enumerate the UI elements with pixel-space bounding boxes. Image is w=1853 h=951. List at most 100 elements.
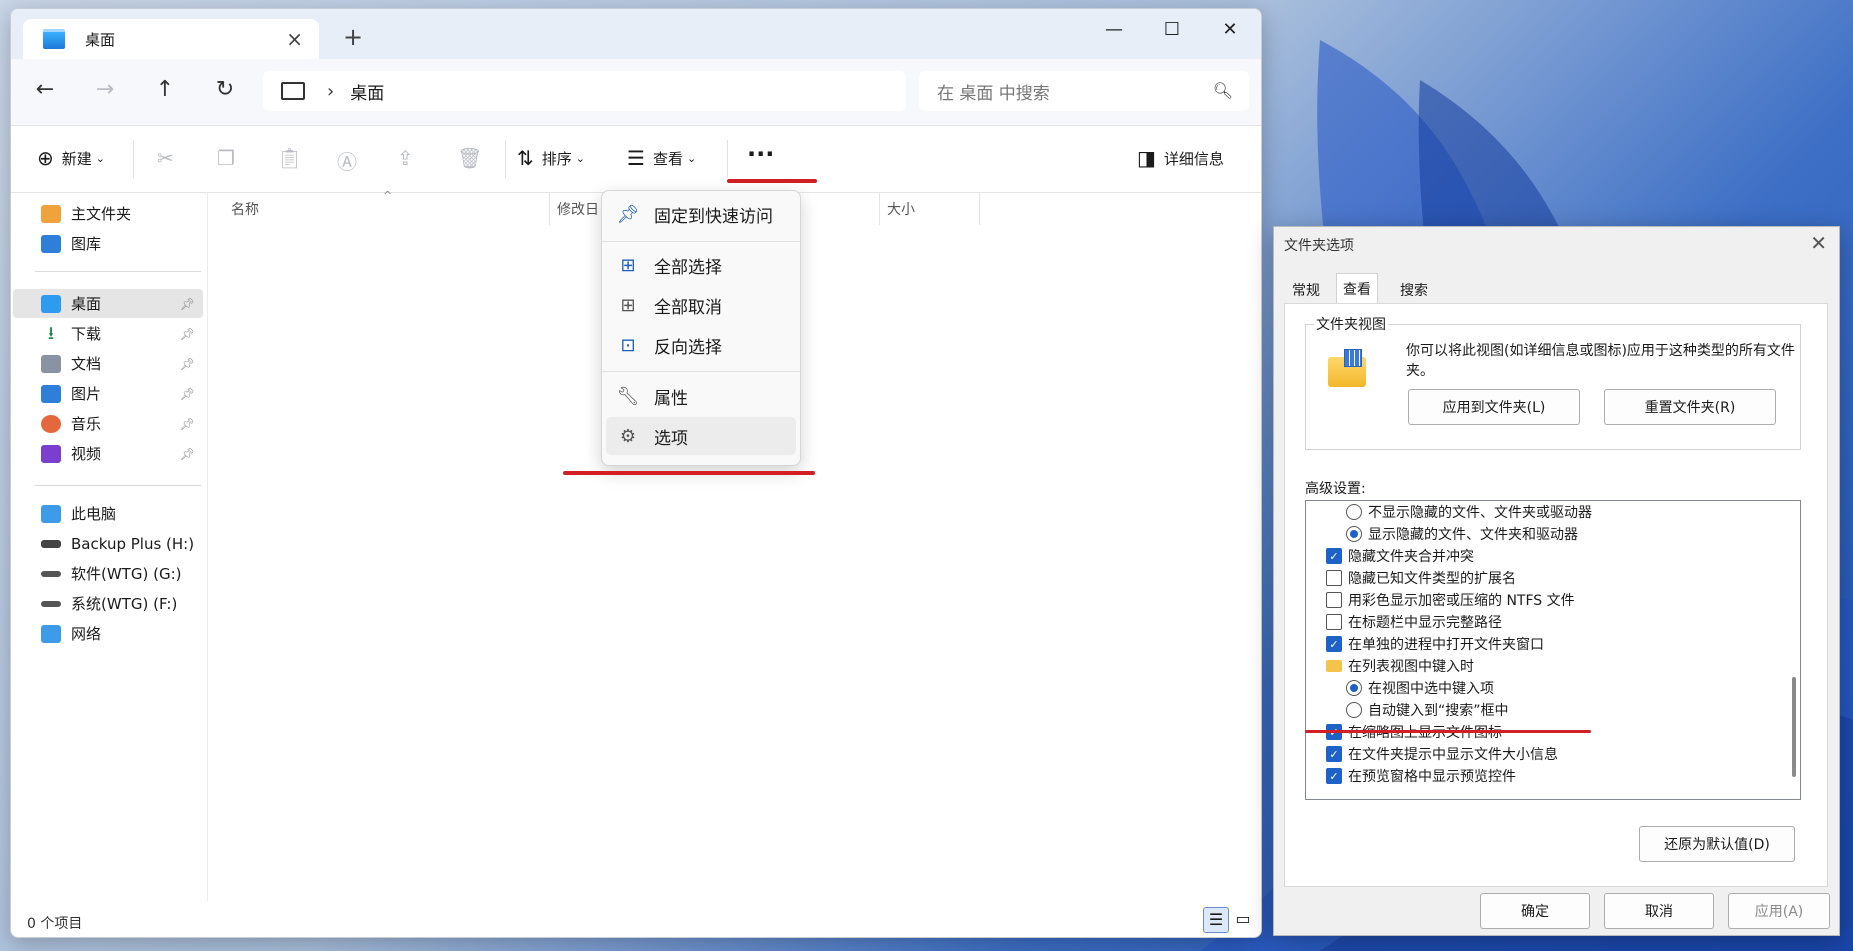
menu-item-options[interactable]: ⚙ 选项 [606, 417, 796, 455]
download-icon: ⭳ [41, 324, 61, 343]
refresh-button[interactable]: ↻ [205, 77, 245, 102]
sidebar-item-system-drive[interactable]: 系统(WTG) (F:) [13, 589, 203, 618]
minimize-button[interactable]: — [1091, 19, 1137, 40]
tab-view[interactable]: 查看 [1336, 273, 1378, 304]
ok-button[interactable]: 确定 [1480, 893, 1590, 929]
advanced-settings-list[interactable]: 不显示隐藏的文件、文件夹或驱动器 显示隐藏的文件、文件夹和驱动器 ✓ 隐藏文件夹合并冲… [1305, 500, 1801, 800]
radio-button[interactable] [1346, 504, 1362, 520]
advanced-setting-item[interactable]: 在标题栏中显示完整路径 [1326, 611, 1502, 633]
sort-button[interactable]: ⇅ 排序 ⌄ [517, 146, 585, 170]
reset-folders-button[interactable]: 重置文件夹(R) [1604, 389, 1776, 425]
column-header-size[interactable]: 大小 [887, 193, 915, 225]
sidebar-item-home[interactable]: 主文件夹 [13, 199, 203, 228]
sidebar-item-pictures[interactable]: 图片 📌︎ [13, 379, 203, 408]
checkbox[interactable] [1326, 592, 1342, 608]
address-bar[interactable]: › 桌面 [263, 71, 906, 111]
advanced-setting-item[interactable]: ✓ 隐藏文件夹合并冲突 [1326, 545, 1474, 567]
menu-item-select-none[interactable]: ⊞ 全部取消 [606, 286, 796, 324]
checkbox[interactable] [1326, 570, 1342, 586]
menu-item-select-all[interactable]: ⊞ 全部选择 [606, 246, 796, 284]
sidebar-item-backup-plus[interactable]: Backup Plus (H:) [13, 529, 203, 558]
setting-label: 显示隐藏的文件、文件夹和驱动器 [1368, 527, 1578, 543]
more-options-button[interactable]: ··· [747, 140, 782, 168]
advanced-setting-item[interactable]: 隐藏已知文件类型的扩展名 [1326, 567, 1516, 589]
sidebar-item-gallery[interactable]: 图库 [13, 229, 203, 258]
sidebar-item-desktop[interactable]: 桌面 📌︎ [13, 289, 203, 318]
setting-label: 在标题栏中显示完整路径 [1348, 615, 1502, 631]
chevron-down-icon: ⌄ [686, 151, 697, 165]
title-bar: 桌面 × + — ☐ ✕ [11, 9, 1261, 59]
radio-button[interactable] [1346, 702, 1362, 718]
document-icon [41, 354, 61, 373]
sidebar-item-videos[interactable]: 视频 📌︎ [13, 439, 203, 468]
column-divider[interactable] [879, 193, 880, 225]
view-button[interactable]: ☰ 查看 ⌄ [627, 146, 696, 170]
apply-to-folders-button[interactable]: 应用到文件夹(L) [1408, 389, 1580, 425]
up-button[interactable]: ↑ [145, 77, 185, 102]
paste-button[interactable]: 📋︎ [277, 146, 310, 170]
cut-button[interactable]: ✂ [157, 146, 182, 170]
advanced-setting-item[interactable]: 在列表视图中键入时 [1326, 655, 1474, 677]
sidebar-item-label: 软件(WTG) (G:) [71, 565, 182, 583]
apply-button[interactable]: 应用(A) [1728, 893, 1830, 929]
close-window-button[interactable]: ✕ [1207, 19, 1253, 40]
column-header-modified[interactable]: 修改日 [557, 193, 599, 225]
advanced-setting-item[interactable]: 用彩色显示加密或压缩的 NTFS 文件 [1326, 589, 1575, 611]
chevron-down-icon: ⌄ [95, 151, 105, 165]
tab-search[interactable]: 搜索 [1394, 277, 1434, 303]
checkbox[interactable] [1326, 614, 1342, 630]
advanced-setting-item[interactable]: 自动键入到“搜索”框中 [1346, 699, 1509, 721]
sidebar-item-documents[interactable]: 文档 📌︎ [13, 349, 203, 378]
cancel-button[interactable]: 取消 [1604, 893, 1714, 929]
copy-button[interactable]: ❐ [217, 146, 243, 170]
advanced-setting-item[interactable]: 在视图中选中键入项 [1346, 677, 1494, 699]
forward-button[interactable]: → [85, 77, 125, 102]
checkbox[interactable]: ✓ [1326, 636, 1342, 652]
search-box[interactable]: 在 桌面 中搜索 🔍︎ [919, 71, 1249, 111]
column-header-name[interactable]: 名称 [231, 193, 259, 225]
advanced-setting-item[interactable]: ✓ 在预览窗格中显示预览控件 [1326, 765, 1516, 787]
advanced-setting-item[interactable]: ✓ 在单独的进程中打开文件夹窗口 [1326, 633, 1544, 655]
share-button[interactable]: ⇪ [397, 146, 422, 170]
pin-icon: 📌︎ [616, 203, 640, 225]
checkbox[interactable]: ✓ [1326, 746, 1342, 762]
setting-label: 不显示隐藏的文件、文件夹或驱动器 [1368, 505, 1592, 521]
radio-button[interactable] [1346, 680, 1362, 696]
restore-defaults-button[interactable]: 还原为默认值(D) [1639, 826, 1795, 862]
column-divider[interactable] [979, 193, 980, 225]
close-tab-icon[interactable]: × [286, 27, 303, 51]
chevron-right-icon[interactable]: › [327, 81, 334, 102]
drive-icon [41, 539, 61, 548]
scrollbar-thumb[interactable] [1792, 677, 1796, 777]
sidebar-item-software-drive[interactable]: 软件(WTG) (G:) [13, 559, 203, 588]
tiles-view-button[interactable]: ▭ [1231, 907, 1255, 931]
details-view-button[interactable]: ☰ [1203, 907, 1229, 933]
advanced-setting-item[interactable]: ✓ 在文件夹提示中显示文件大小信息 [1326, 743, 1558, 765]
sidebar-item-network[interactable]: 网络 [13, 619, 203, 648]
details-pane-button[interactable]: ◨ 详细信息 [1137, 146, 1224, 170]
sidebar-item-label: 下载 [71, 325, 102, 343]
menu-item-pin-quick-access[interactable]: 📌︎ 固定到快速访问 [606, 195, 796, 233]
menu-item-properties[interactable]: 🔧︎ 属性 [606, 377, 796, 415]
advanced-setting-item[interactable]: 显示隐藏的文件、文件夹和驱动器 [1346, 523, 1578, 545]
divider [35, 271, 201, 272]
maximize-button[interactable]: ☐ [1149, 19, 1195, 40]
delete-button[interactable]: 🗑︎ [457, 146, 490, 170]
new-button[interactable]: ⊕ 新建 ⌄ [37, 146, 105, 170]
sidebar-item-music[interactable]: 音乐 📌︎ [13, 409, 203, 438]
tab-general[interactable]: 常规 [1286, 277, 1326, 303]
details-label: 详细信息 [1163, 149, 1224, 168]
radio-button[interactable] [1346, 526, 1362, 542]
column-divider[interactable] [549, 193, 550, 225]
close-icon[interactable]: ✕ [1810, 231, 1827, 255]
checkbox[interactable]: ✓ [1326, 548, 1342, 564]
checkbox[interactable]: ✓ [1326, 768, 1342, 784]
new-tab-button[interactable]: + [343, 23, 363, 51]
sidebar-item-downloads[interactable]: ⭳ 下载 📌︎ [13, 319, 203, 348]
sidebar-item-this-pc[interactable]: 此电脑 [13, 499, 203, 528]
rename-button[interactable]: Ⓐ [337, 146, 365, 175]
menu-item-invert-selection[interactable]: ⊡ 反向选择 [606, 326, 796, 364]
back-button[interactable]: ← [25, 77, 65, 102]
advanced-setting-item[interactable]: 不显示隐藏的文件、文件夹或驱动器 [1346, 501, 1592, 523]
tab-desktop[interactable]: 桌面 × [23, 19, 319, 59]
